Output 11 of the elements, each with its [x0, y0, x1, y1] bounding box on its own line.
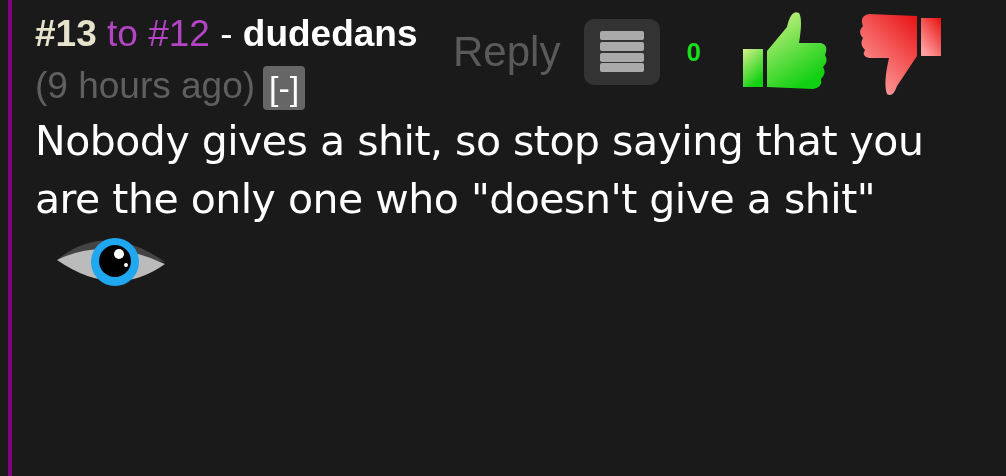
comment-number: #13: [35, 13, 97, 54]
vote-score: 0: [686, 36, 701, 68]
menu-icon: [600, 31, 645, 73]
reply-to-link[interactable]: to #12: [107, 13, 210, 54]
separator: -: [220, 13, 233, 54]
reply-link[interactable]: Reply: [453, 28, 561, 76]
comment-text: Nobody gives a shit, so stop saying that you are the only one who "doesn't give a shit": [35, 116, 925, 225]
collapse-button[interactable]: [-]: [263, 66, 306, 111]
author-name: dudedans: [242, 13, 418, 54]
timestamp: (9 hours ago): [35, 65, 256, 106]
menu-button[interactable]: [584, 19, 661, 85]
